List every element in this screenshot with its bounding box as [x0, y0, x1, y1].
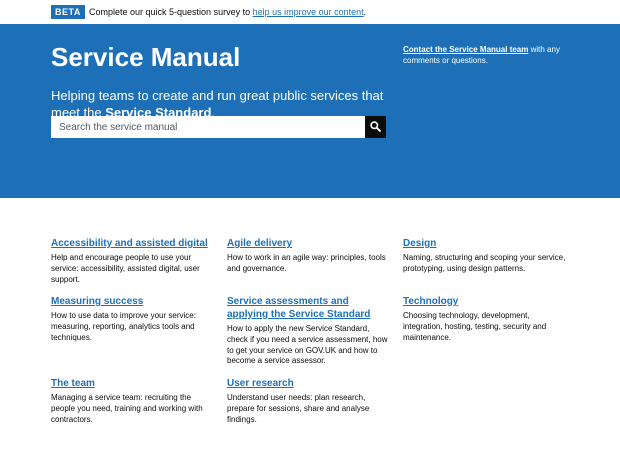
topic-description: How to apply the new Service Standard, c…	[227, 324, 388, 366]
topic-link[interactable]: Measuring success	[51, 295, 216, 308]
topic-description: Managing a service team: recruiting the …	[51, 393, 203, 424]
beta-tag: BETA	[51, 5, 85, 19]
search-icon	[370, 121, 381, 132]
topic-description: Help and encourage people to use your se…	[51, 253, 200, 284]
contact-team-link[interactable]: Contact the Service Manual team	[403, 45, 528, 54]
topic-description: Naming, structuring and scoping your ser…	[403, 253, 566, 273]
topic-card: The team Managing a service team: recrui…	[51, 377, 216, 425]
topic-card: Technology Choosing technology, developm…	[403, 295, 568, 343]
topic-description: How to use data to improve your service:…	[51, 311, 196, 342]
topic-card: Service assessments and applying the Ser…	[227, 295, 392, 367]
phase-banner-suffix: .	[363, 7, 367, 17]
survey-link[interactable]: help us improve our content	[253, 7, 364, 17]
topic-card: Measuring success How to use data to imp…	[51, 295, 216, 343]
topic-link[interactable]: Service assessments and applying the Ser…	[227, 295, 392, 321]
topic-link[interactable]: Accessibility and assisted digital	[51, 237, 216, 250]
search-field	[51, 116, 365, 138]
topic-description: Understand user needs: plan research, pr…	[227, 393, 370, 424]
topic-link[interactable]: Design	[403, 237, 568, 250]
hero-banner: Service Manual Contact the Service Manua…	[0, 24, 620, 198]
topic-description: How to work in an agile way: principles,…	[227, 253, 386, 273]
topic-card: User research Understand user needs: pla…	[227, 377, 392, 425]
search-button[interactable]	[365, 116, 386, 138]
topic-link[interactable]: The team	[51, 377, 216, 390]
topics-grid: Accessibility and assisted digital Help …	[0, 198, 620, 449]
page-title: Service Manual	[51, 42, 241, 72]
phase-banner-text: Complete our quick 5-question survey to …	[89, 6, 366, 18]
phase-banner: BETA Complete our quick 5-question surve…	[0, 0, 620, 24]
topic-description: Choosing technology, development, integr…	[403, 311, 547, 342]
topic-link[interactable]: Agile delivery	[227, 237, 392, 250]
topic-link[interactable]: User research	[227, 377, 392, 390]
topic-link[interactable]: Technology	[403, 295, 568, 308]
search-input[interactable]	[51, 116, 365, 138]
topic-card: Design Naming, structuring and scoping y…	[403, 237, 568, 275]
contact-paragraph: Contact the Service Manual team with any…	[403, 44, 583, 66]
topic-card: Agile delivery How to work in an agile w…	[227, 237, 392, 275]
topic-card: Accessibility and assisted digital Help …	[51, 237, 216, 285]
phase-banner-message: Complete our quick 5-question survey to	[89, 7, 253, 17]
